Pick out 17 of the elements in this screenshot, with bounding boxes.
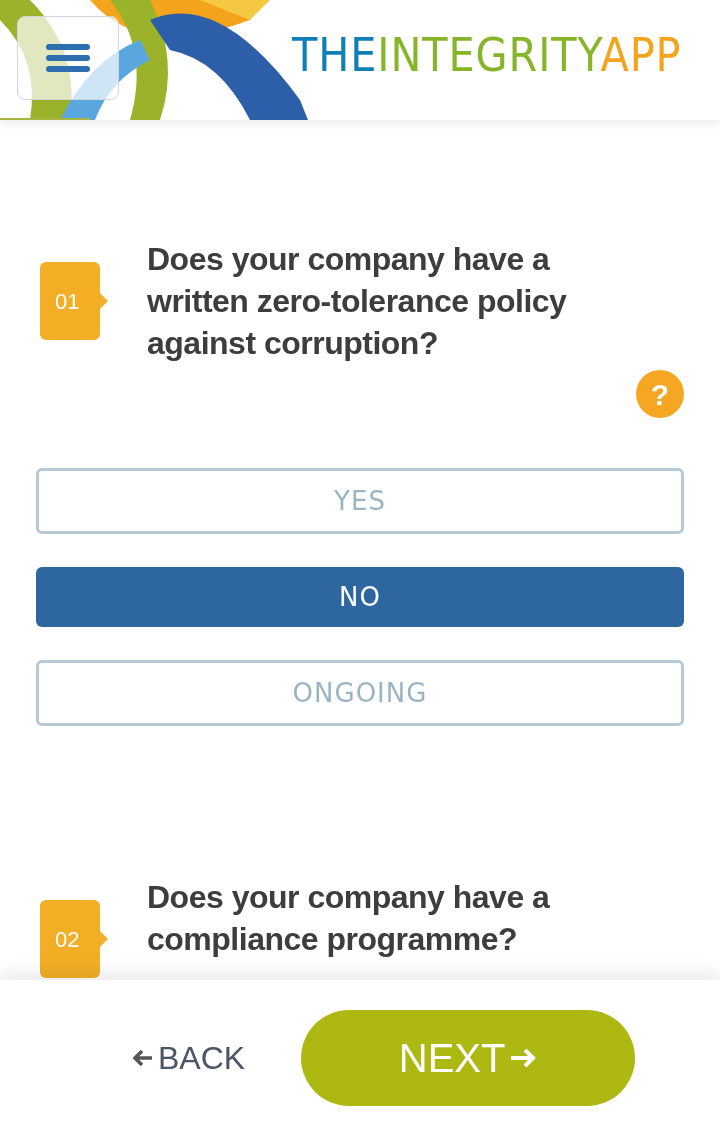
question-number: 01	[40, 262, 108, 340]
question-number: 02	[40, 900, 108, 978]
arrow-left-icon	[132, 1048, 154, 1068]
logo-text: INTEGRITY	[377, 28, 601, 82]
help-button[interactable]: ?	[636, 370, 684, 418]
next-button[interactable]: NEXT	[301, 1010, 636, 1106]
answer-option[interactable]: YES	[36, 468, 684, 534]
answer-option[interactable]: NO	[36, 567, 684, 627]
back-button[interactable]: BACK	[132, 1034, 246, 1082]
arrow-right-icon	[509, 1046, 538, 1070]
logo-text: THE	[292, 28, 378, 82]
menu-button[interactable]	[17, 16, 119, 100]
logo-text: APP	[600, 28, 682, 82]
question-text: Does your company have a written zero-tolerance policy against corruption?	[147, 240, 568, 363]
menu-icon	[46, 42, 90, 74]
answer-option[interactable]: ONGOING	[36, 660, 684, 726]
question-text: Does your company have a compliance programme?	[147, 878, 551, 959]
